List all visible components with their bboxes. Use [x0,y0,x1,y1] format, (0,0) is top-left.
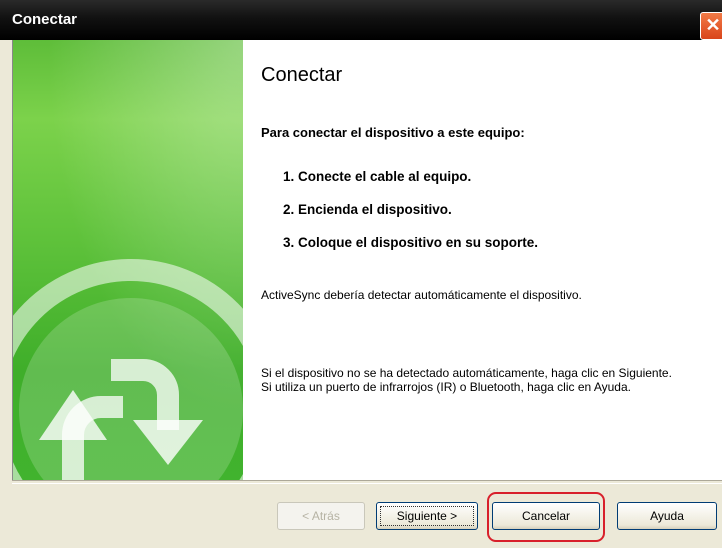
sync-arrows-icon [13,259,243,480]
footer-divider [12,480,722,484]
help-hint-text: Si utiliza un puerto de infrarrojos (IR)… [261,380,631,394]
step-item: 3. Coloque el dispositivo en su soporte. [283,235,539,250]
window-left-edge [0,40,12,548]
step-item: 1. Conecte el cable al equipo. [283,169,472,184]
page-title: Conectar [261,64,343,86]
cancel-highlight [487,492,605,542]
title-bar[interactable]: Conectar ✕ [0,0,722,41]
detection-info-text: ActiveSync debería detectar automáticame… [261,288,582,302]
content-area: Conectar Para conectar el dispositivo a … [261,40,721,480]
next-button[interactable]: Siguiente > [376,502,478,530]
back-button[interactable]: < Atrás [277,502,365,530]
focus-ring [380,506,474,526]
window-title: Conectar [12,11,78,28]
intro-text: Para conectar el dispositivo a este equi… [261,125,525,140]
steps-list: 1. Conecte el cable al equipo. 2. Encien… [283,168,538,267]
help-button[interactable]: Ayuda [617,502,717,530]
next-hint-text: Si el dispositivo no se ha detectado aut… [261,366,672,380]
dialog-body: Conectar Para conectar el dispositivo a … [12,40,722,480]
help-text: Si el dispositivo no se ha detectado aut… [261,366,701,394]
side-banner [13,40,243,480]
step-item: 2. Encienda el dispositivo. [283,202,452,217]
connect-dialog: Conectar ✕ Conectar Para conectar el dis… [0,0,722,548]
close-button[interactable]: ✕ [700,12,722,40]
